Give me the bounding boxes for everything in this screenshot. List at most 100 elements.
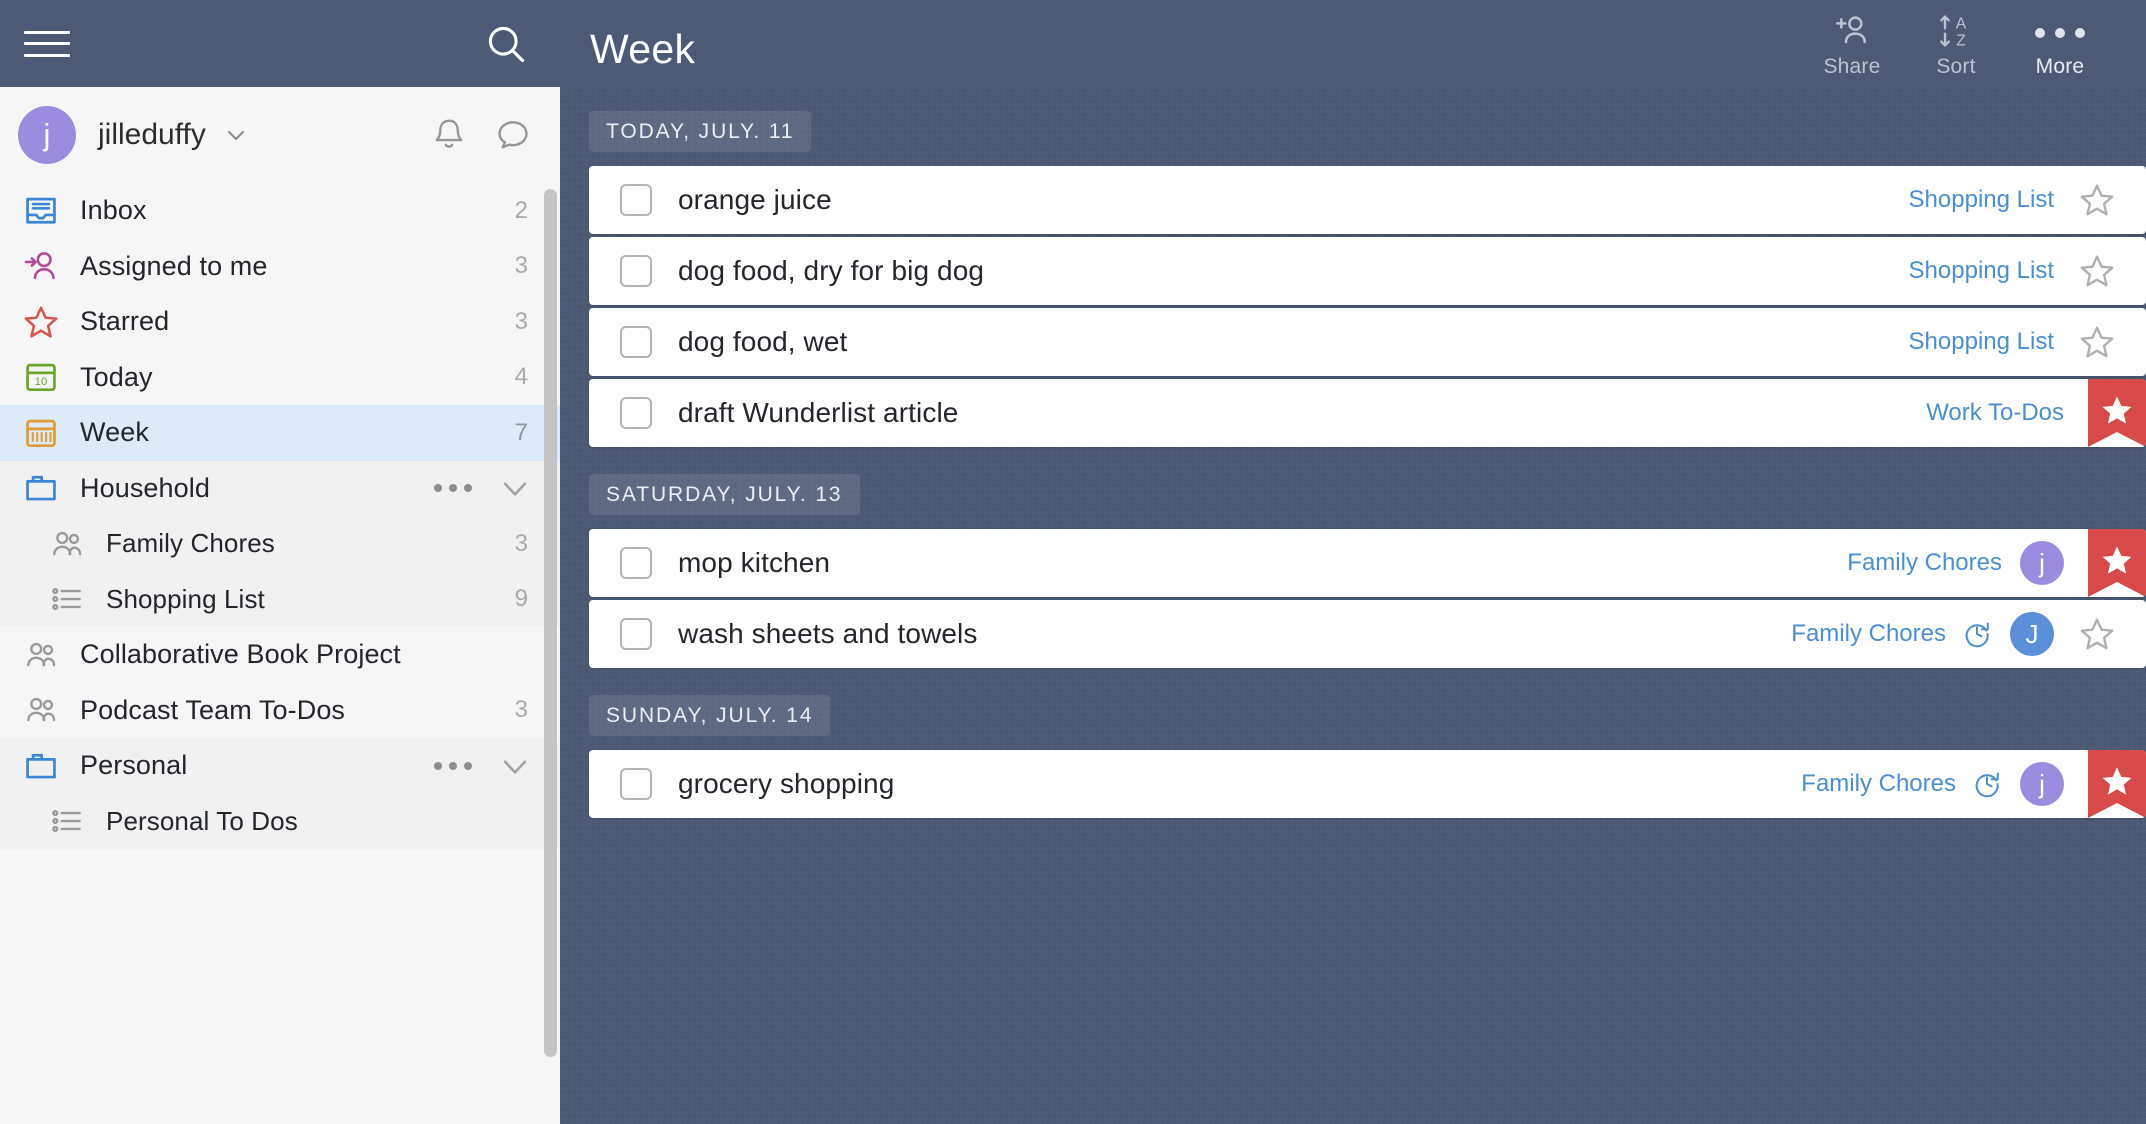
sidebar-item-count: 3 (514, 696, 528, 724)
star-outline-icon[interactable] (2078, 323, 2116, 361)
sidebar-item-label: Starred (80, 306, 170, 337)
date-header: SATURDAY, JULY. 13 (589, 474, 860, 515)
task-checkbox[interactable] (620, 397, 652, 429)
main-panel: Week Share A Z Sort More TODAY, JULY. 11… (560, 0, 2146, 1124)
share-button[interactable]: Share (1800, 10, 1904, 87)
sidebar-group-header[interactable]: Personal (0, 738, 560, 794)
recurring-icon (1965, 622, 1989, 648)
sidebar-item-week[interactable]: Week 7 (0, 405, 560, 461)
more-button[interactable]: More (2008, 10, 2112, 87)
task-list-name[interactable]: Family Chores (1791, 620, 1946, 648)
sidebar-item-count: 4 (514, 363, 528, 391)
assignee-avatar[interactable]: j (2020, 762, 2064, 806)
star-outline-icon[interactable] (2078, 615, 2116, 653)
sort-button[interactable]: A Z Sort (1904, 10, 2008, 87)
sidebar-item-label: Week (80, 417, 149, 448)
task-row[interactable]: dog food, dry for big dog Shopping List (589, 237, 2146, 305)
sidebar-item-label: Collaborative Book Project (80, 639, 401, 670)
task-section: TODAY, JULY. 11 orange juice Shopping Li… (589, 87, 2146, 447)
sidebar-item-today[interactable]: 10 Today 4 (0, 350, 560, 406)
sidebar-item-shopping-list[interactable]: Shopping List 9 (0, 572, 560, 628)
sidebar-group-personal: Personal Personal To Dos (0, 738, 560, 849)
sidebar-item-starred[interactable]: Starred 3 (0, 294, 560, 350)
star-outline-icon[interactable] (2078, 181, 2116, 219)
chat-bubble-icon[interactable] (494, 116, 532, 154)
recurring-icon (1975, 772, 1999, 798)
calendar-today-icon: 10 (22, 358, 60, 396)
chevron-down-icon[interactable] (224, 123, 248, 147)
search-icon[interactable] (484, 22, 528, 66)
task-row[interactable]: grocery shopping Family Chores j (589, 750, 2146, 818)
sidebar-item-label: Today (80, 361, 153, 392)
task-title: mop kitchen (678, 547, 831, 578)
more-dots-icon[interactable] (434, 761, 472, 770)
task-list-name[interactable]: Family Chores (1801, 770, 1956, 798)
sidebar-item-label: Shopping List (106, 583, 265, 614)
chevron-down-icon[interactable] (498, 749, 532, 783)
more-dots-icon[interactable] (434, 484, 472, 493)
task-checkbox[interactable] (620, 184, 652, 216)
sidebar-toolbar (0, 0, 560, 87)
task-title: grocery shopping (678, 768, 895, 799)
task-checkbox[interactable] (620, 326, 652, 358)
task-title: dog food, wet (678, 326, 848, 357)
sidebar-group-header[interactable]: Household (0, 461, 560, 517)
sidebar-item-inbox[interactable]: Inbox 2 (0, 183, 560, 239)
sidebar-item-count: 2 (514, 196, 528, 224)
star-filled-flag-icon[interactable] (2088, 379, 2146, 447)
share-label: Share (1823, 55, 1881, 78)
sidebar-item-count: 3 (514, 529, 528, 557)
task-row[interactable]: dog food, wet Shopping List (589, 308, 2146, 376)
more-dots-icon (2035, 10, 2085, 52)
date-header: SUNDAY, JULY. 14 (589, 695, 831, 736)
sidebar-item-personal-to-dos[interactable]: Personal To Dos (0, 794, 560, 850)
task-row[interactable]: mop kitchen Family Chores j (589, 529, 2146, 597)
sidebar-scrollbar[interactable] (544, 189, 557, 1057)
sort-az-icon: A Z (1936, 10, 1976, 52)
task-title: wash sheets and towels (678, 618, 978, 649)
svg-text:10: 10 (35, 376, 48, 388)
task-checkbox[interactable] (620, 255, 652, 287)
task-row[interactable]: orange juice Shopping List (589, 166, 2146, 234)
shared-list-icon (22, 636, 60, 674)
task-checkbox[interactable] (620, 768, 652, 800)
star-outline-icon[interactable] (2078, 252, 2116, 290)
chevron-down-icon[interactable] (498, 471, 532, 505)
task-list-name[interactable]: Shopping List (1909, 186, 2054, 214)
shared-list-icon (22, 691, 60, 729)
task-checkbox[interactable] (620, 618, 652, 650)
star-outline-icon (22, 303, 60, 341)
task-list-name[interactable]: Shopping List (1909, 328, 2054, 356)
task-row[interactable]: wash sheets and towels Family Chores J (589, 600, 2146, 668)
star-filled-flag-icon[interactable] (2088, 750, 2146, 818)
sidebar-item-family-chores[interactable]: Family Chores 3 (0, 516, 560, 572)
sidebar-item-count: 3 (514, 307, 528, 335)
task-list-name[interactable]: Shopping List (1909, 257, 2054, 285)
task-list-name[interactable]: Family Chores (1847, 549, 2002, 577)
task-row[interactable]: draft Wunderlist article Work To-Dos (589, 379, 2146, 447)
user-account-row[interactable]: j jilleduffy (0, 87, 560, 183)
sidebar-item-collaborative-book-project[interactable]: Collaborative Book Project (0, 627, 560, 683)
sidebar-item-count: 3 (514, 252, 528, 280)
date-header: TODAY, JULY. 11 (589, 111, 812, 152)
calendar-week-icon (22, 414, 60, 452)
folder-icon (22, 747, 60, 785)
sidebar-group-label: Household (80, 472, 210, 503)
sidebar-group-label: Personal (80, 750, 188, 781)
task-checkbox[interactable] (620, 547, 652, 579)
sidebar-list-scroll: Inbox 2 Assigned to me 3 Starred 3 10 To… (0, 183, 560, 1124)
sidebar-item-label: Assigned to me (80, 250, 268, 281)
sidebar-item-label: Podcast Team To-Dos (80, 694, 346, 725)
add-person-icon (1832, 10, 1872, 52)
assignee-avatar[interactable]: J (2010, 612, 2054, 656)
bell-icon[interactable] (430, 116, 468, 154)
task-list-name[interactable]: Work To-Dos (1926, 399, 2064, 427)
sidebar-item-podcast-team-to-dos[interactable]: Podcast Team To-Dos 3 (0, 683, 560, 739)
sidebar-item-count: 9 (514, 585, 528, 613)
assignee-avatar[interactable]: j (2020, 541, 2064, 585)
task-title: draft Wunderlist article (678, 397, 959, 428)
star-filled-flag-icon[interactable] (2088, 529, 2146, 597)
hamburger-menu-icon[interactable] (24, 27, 70, 61)
sidebar-item-count: 7 (514, 418, 528, 446)
sidebar-item-assigned-to-me[interactable]: Assigned to me 3 (0, 239, 560, 295)
